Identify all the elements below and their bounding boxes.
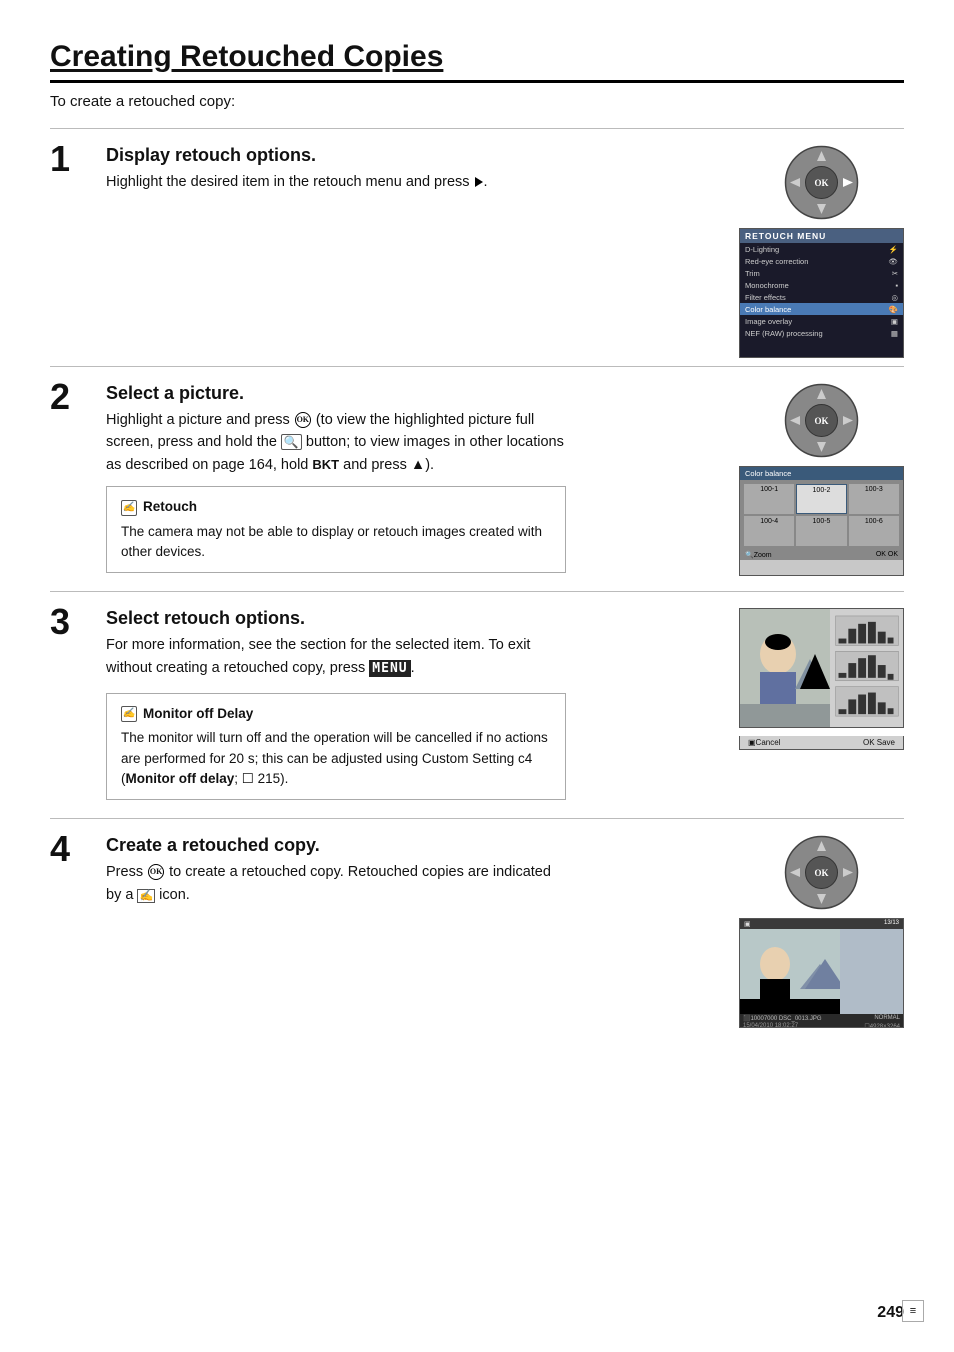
step-4-number: 4 [50, 831, 96, 867]
bkt-label: BKT [312, 457, 339, 472]
step-4-title: Create a retouched copy. [106, 835, 566, 856]
dpad-step2: OK [784, 383, 859, 458]
screen-bottom-bar: ▣CancelOK Save [739, 736, 904, 750]
step-2-images: OK Color balance 100-1 100-2 100-3 100-4 [739, 383, 904, 576]
note-icon-monitor: ✍ [121, 706, 137, 722]
screen-retouch-options [739, 608, 904, 728]
step-1-title: Display retouch options. [106, 145, 729, 166]
note-monitor-body: The monitor will turn off and the operat… [121, 728, 551, 789]
screen-retouch-menu: RETOUCH MENU D-Lighting ⚡ Red-eye correc… [739, 228, 904, 358]
step-3-body: For more information, see the section fo… [106, 634, 566, 679]
step-3-title: Select retouch options. [106, 608, 566, 629]
step-2-number: 2 [50, 379, 96, 415]
step-2-body: Highlight a picture and press OK (to vie… [106, 409, 566, 476]
step-4: 4 Create a retouched copy. Press OK to c… [50, 818, 904, 1036]
step-2: 2 Select a picture. Highlight a picture … [50, 366, 904, 591]
svg-text:OK: OK [814, 178, 828, 188]
ok-circle-icon: OK [295, 412, 311, 428]
step-1: 1 Display retouch options. Highlight the… [50, 128, 904, 366]
bottom-page-icon: ≡ [902, 1300, 924, 1322]
note-monitor-title: Monitor off Delay [143, 704, 253, 724]
menu-word-label: MENU [369, 660, 410, 677]
screen-playback: ▣13/13 [739, 918, 904, 1028]
step-2-title: Select a picture. [106, 383, 566, 404]
note-retouch-body: The camera may not be able to display or… [121, 522, 551, 563]
dpad-step4: OK [784, 835, 859, 910]
retouched-icon: ✍ [137, 889, 155, 903]
screen-color-balance: Color balance 100-1 100-2 100-3 100-4 10… [739, 466, 904, 576]
zoom-button-icon: 🔍 [281, 434, 302, 450]
page-number: 249 [877, 1304, 904, 1322]
step-1-images: OK RETOUCH MENU D-Lighting ⚡ [739, 145, 904, 358]
dpad-step1: OK [784, 145, 859, 220]
note-retouch-title: Retouch [143, 497, 197, 517]
step-3-images: ▣CancelOK Save [739, 608, 904, 750]
note-retouch: ✍ Retouch The camera may not be able to … [106, 486, 566, 573]
step-1-number: 1 [50, 141, 96, 177]
page-title: Creating Retouched Copies [50, 40, 904, 83]
step-1-body: Highlight the desired item in the retouc… [106, 171, 729, 193]
step-4-body: Press OK to create a retouched copy. Ret… [106, 861, 566, 906]
arrow-right-icon [475, 177, 483, 187]
ok-circle-icon-2: OK [148, 864, 164, 880]
steps-wrapper: 1 Display retouch options. Highlight the… [50, 128, 904, 1036]
step-3: 3 Select retouch options. For more infor… [50, 591, 904, 818]
note-monitor: ✍ Monitor off Delay The monitor will tur… [106, 693, 566, 800]
step-4-images: OK ▣13/13 [739, 835, 904, 1028]
svg-text:OK: OK [814, 868, 828, 878]
intro-text: To create a retouched copy: [50, 93, 904, 110]
svg-text:OK: OK [814, 416, 828, 426]
step-3-number: 3 [50, 604, 96, 640]
note-icon-retouch: ✍ [121, 500, 137, 516]
